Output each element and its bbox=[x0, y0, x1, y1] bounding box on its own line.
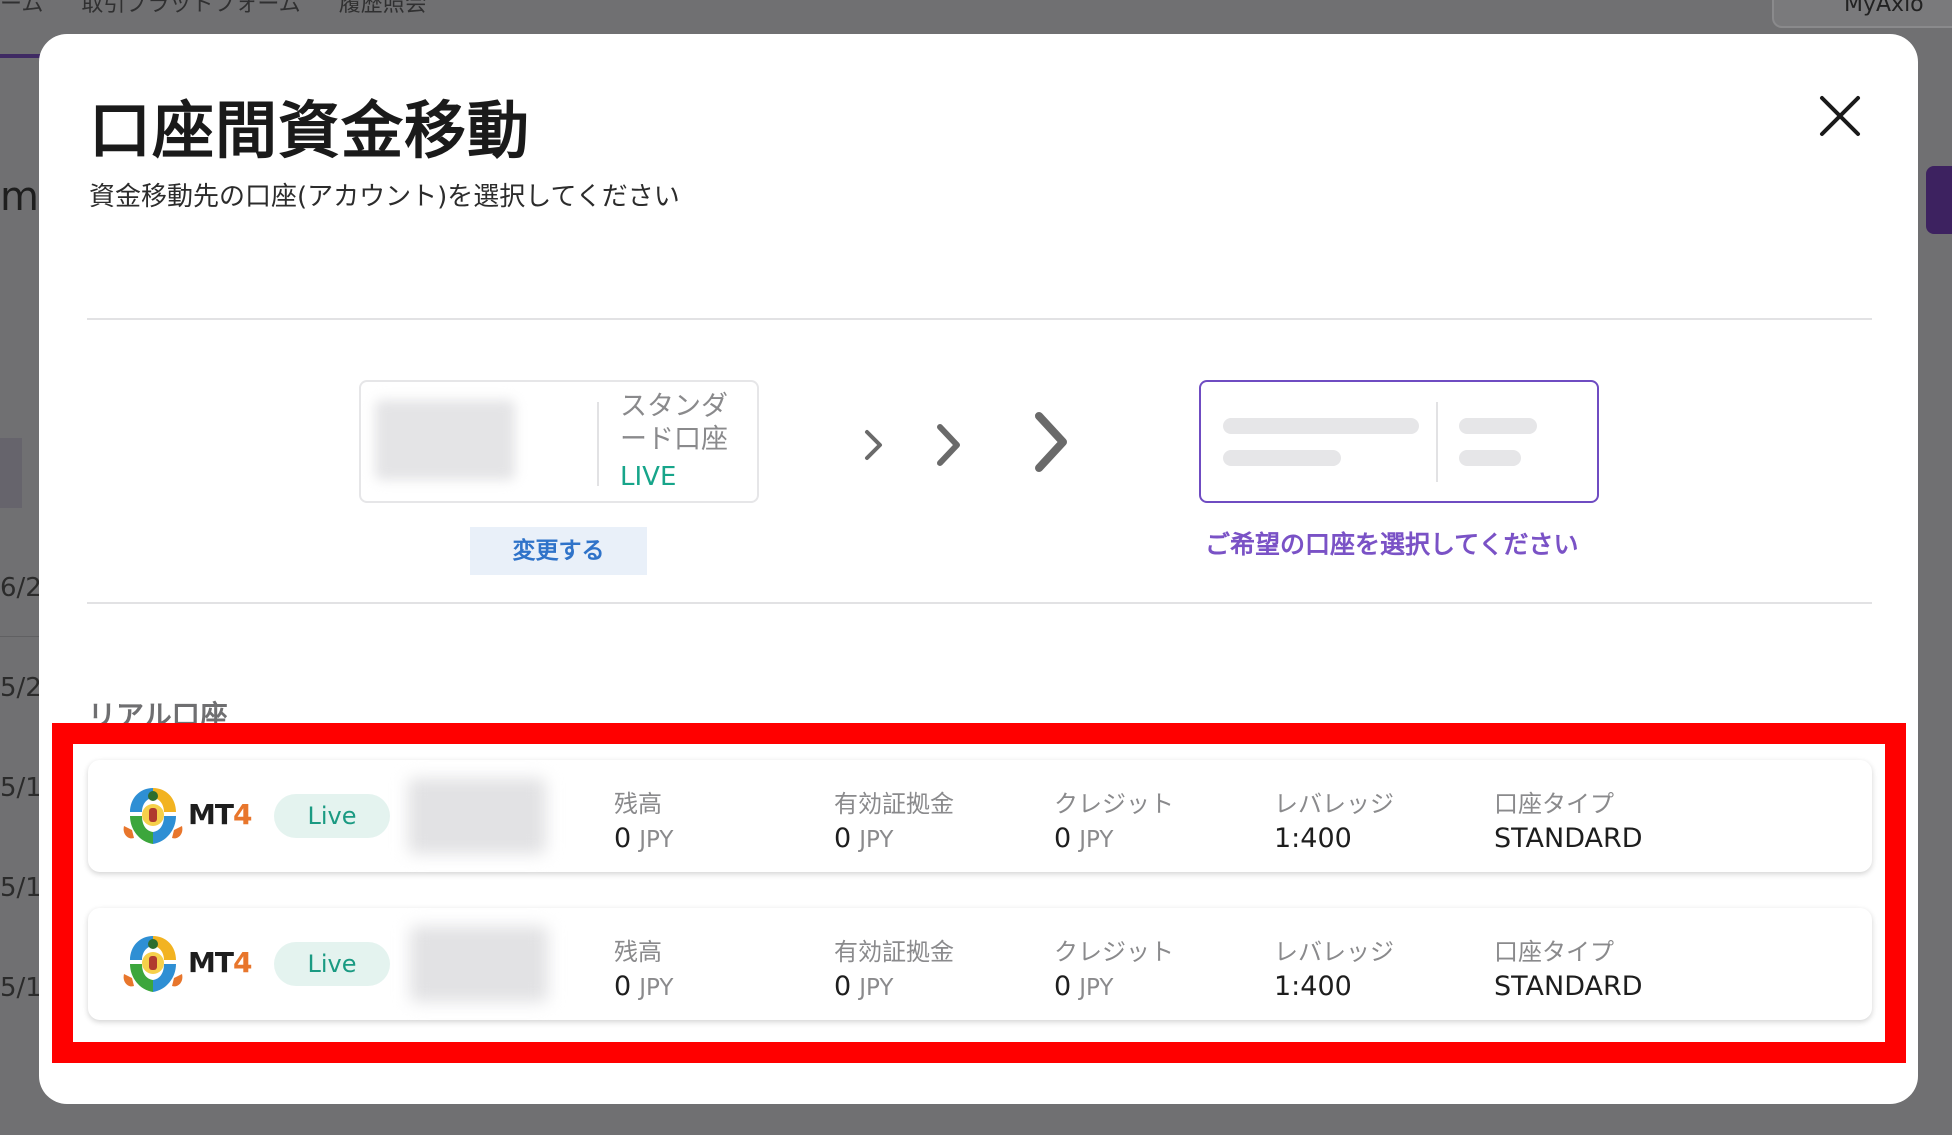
stat-label: 有効証拠金 bbox=[834, 938, 954, 966]
skeleton-line bbox=[1459, 418, 1537, 434]
background-left-block bbox=[0, 438, 22, 508]
stat-value: 0 JPY bbox=[614, 971, 674, 1002]
background-account-label: MyAxio bbox=[1844, 0, 1924, 17]
background-date: 5/2 bbox=[0, 673, 42, 703]
platform-label: MT4 bbox=[188, 798, 252, 831]
stat-value: 0 JPY bbox=[834, 823, 894, 854]
stat-value: 1:400 bbox=[1274, 971, 1352, 1002]
metatrader-icon bbox=[123, 788, 183, 844]
stat-value: 1:400 bbox=[1274, 823, 1352, 854]
account-row[interactable]: MT4 Live 残高 0 JPY 有効証拠金 0 JPY クレジット 0 JPY レ… bbox=[88, 908, 1872, 1020]
redacted-account-number bbox=[410, 926, 548, 1002]
skeleton-line bbox=[1223, 418, 1419, 434]
background-account-button: MyAxio bbox=[1772, 0, 1952, 28]
close-icon bbox=[1820, 96, 1860, 136]
account-row[interactable]: MT4 Live 残高 0 JPY 有効証拠金 0 JPY クレジット 0 JPY レ… bbox=[88, 760, 1872, 872]
stat-label: レバレッジ bbox=[1274, 938, 1394, 966]
background-date: 6/2 bbox=[0, 573, 42, 603]
stat-label: クレジット bbox=[1054, 938, 1174, 966]
redacted-account-number bbox=[375, 400, 515, 480]
background-date: 5/1 bbox=[0, 773, 42, 803]
stat-label: 口座タイプ bbox=[1494, 790, 1614, 818]
stat-value: 0 JPY bbox=[1054, 823, 1114, 854]
redacted-account-number bbox=[408, 778, 546, 854]
top-divider bbox=[87, 318, 1872, 320]
change-source-button[interactable]: 変更する bbox=[470, 527, 647, 575]
credit-stat: クレジット 0 JPY bbox=[1054, 932, 1174, 1002]
stat-value: STANDARD bbox=[1494, 823, 1643, 854]
background-side-tab bbox=[1926, 166, 1952, 234]
stat-label: クレジット bbox=[1054, 790, 1174, 818]
skeleton-line bbox=[1459, 450, 1521, 466]
modal-title: 口座間資金移動 bbox=[89, 94, 531, 167]
chevron-right-icon bbox=[865, 430, 882, 460]
live-status-badge: Live bbox=[274, 942, 390, 986]
background-tab: ーム bbox=[0, 0, 44, 17]
source-account-type: スタンダード口座 bbox=[620, 391, 728, 455]
background-date: 5/1 bbox=[0, 873, 42, 903]
stat-value: STANDARD bbox=[1494, 971, 1643, 1002]
stat-label: 口座タイプ bbox=[1494, 938, 1614, 966]
stat-value: 0 JPY bbox=[1054, 971, 1114, 1002]
metatrader-icon bbox=[123, 936, 183, 992]
transfer-modal: 口座間資金移動 資金移動先の口座(アカウント)を選択してください スタンダード口… bbox=[39, 34, 1918, 1104]
source-account-card: スタンダード口座 LIVE bbox=[359, 380, 759, 503]
chevron-right-icon bbox=[1035, 412, 1067, 472]
balance-stat: 残高 0 JPY bbox=[614, 784, 673, 854]
select-destination-prompt[interactable]: ご希望の口座を選択してください bbox=[1205, 525, 1579, 561]
live-status-badge: Live bbox=[274, 794, 390, 838]
modal-subtitle: 資金移動先の口座(アカウント)を選択してください bbox=[89, 182, 680, 212]
stat-label: レバレッジ bbox=[1274, 790, 1394, 818]
section-label-real-accounts: リアル口座 bbox=[88, 699, 228, 732]
background-date: 5/1 bbox=[0, 973, 42, 1003]
card-divider bbox=[1436, 402, 1438, 482]
destination-account-placeholder[interactable] bbox=[1199, 380, 1599, 503]
background-tab: 履歴照会 bbox=[338, 0, 427, 17]
equity-stat: 有効証拠金 0 JPY bbox=[834, 932, 954, 1002]
background-row-divider bbox=[0, 636, 40, 637]
platform-label: MT4 bbox=[188, 946, 252, 979]
account-type-stat: 口座タイプ STANDARD bbox=[1494, 932, 1643, 1002]
leverage-stat: レバレッジ 1:400 bbox=[1274, 784, 1394, 854]
background-tab: 取引プラットフォーム bbox=[81, 0, 301, 17]
stat-label: 有効証拠金 bbox=[834, 790, 954, 818]
background-tabs: ーム 取引プラットフォーム 履歴照会 bbox=[0, 0, 427, 18]
middle-divider bbox=[87, 602, 1872, 604]
account-type-stat: 口座タイプ STANDARD bbox=[1494, 784, 1643, 854]
close-button[interactable] bbox=[1816, 92, 1864, 140]
balance-stat: 残高 0 JPY bbox=[614, 932, 673, 1002]
equity-stat: 有効証拠金 0 JPY bbox=[834, 784, 954, 854]
chevron-right-icon bbox=[937, 424, 960, 466]
card-divider bbox=[597, 402, 599, 486]
skeleton-line bbox=[1223, 450, 1341, 466]
stat-value: 0 JPY bbox=[614, 823, 674, 854]
stat-label: 残高 bbox=[614, 790, 662, 818]
stat-label: 残高 bbox=[614, 938, 662, 966]
stat-value: 0 JPY bbox=[834, 971, 894, 1002]
background-left-text: m bbox=[0, 174, 39, 220]
leverage-stat: レバレッジ 1:400 bbox=[1274, 932, 1394, 1002]
source-account-status: LIVE bbox=[620, 462, 677, 492]
credit-stat: クレジット 0 JPY bbox=[1054, 784, 1174, 854]
